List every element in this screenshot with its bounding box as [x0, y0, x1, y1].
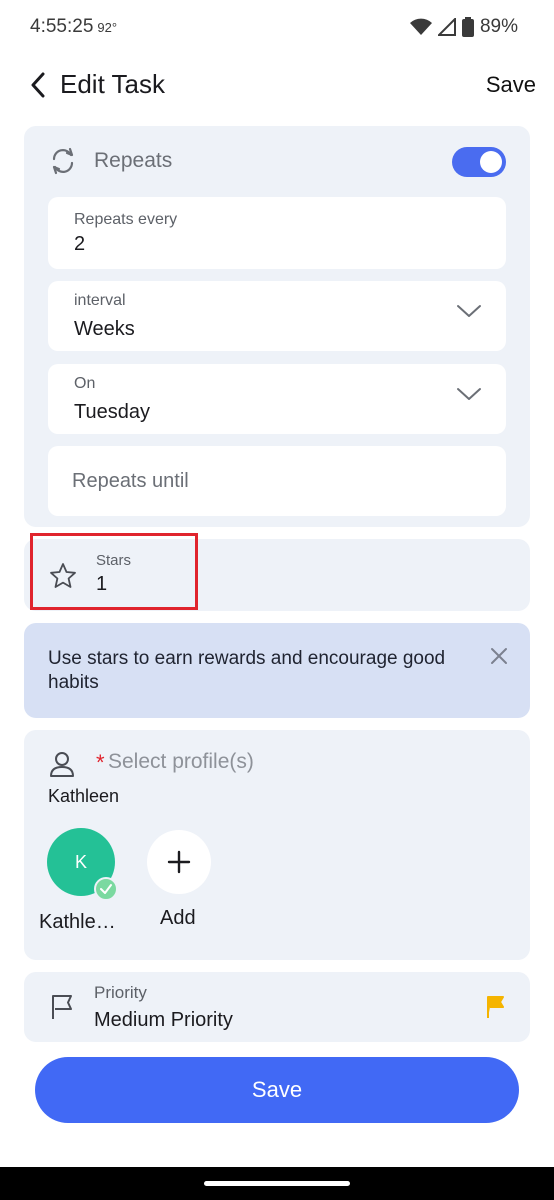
interval-label: interval	[74, 292, 126, 309]
repeats-every-label: Repeats every	[74, 211, 178, 228]
repeats-until-placeholder: Repeats until	[72, 470, 189, 492]
required-marker: *	[96, 750, 105, 775]
priority-label: Priority	[94, 983, 147, 1002]
add-profile-label: Add	[160, 907, 196, 929]
repeats-until-field[interactable]: Repeats until	[48, 446, 506, 516]
close-icon	[491, 648, 507, 664]
navigation-bar	[0, 1167, 554, 1200]
battery-icon	[461, 17, 474, 37]
signal-icon	[437, 18, 456, 36]
repeats-every-field[interactable]: Repeats every 2	[48, 197, 506, 269]
highlight-box	[30, 533, 198, 610]
on-day-dropdown[interactable]: On Tuesday	[48, 364, 506, 434]
save-button[interactable]: Save	[35, 1057, 519, 1123]
person-icon	[50, 752, 74, 777]
back-arrow-icon	[31, 72, 45, 98]
back-button[interactable]	[22, 68, 54, 102]
battery-percent: 89%	[479, 16, 518, 37]
priority-field[interactable]: Priority Medium Priority	[24, 972, 530, 1042]
repeats-every-value: 2	[74, 233, 86, 255]
repeat-icon	[52, 147, 74, 175]
status-icons: 89%	[409, 16, 518, 38]
chevron-down-icon	[457, 305, 481, 317]
status-time: 4:55:25 92°	[30, 16, 117, 38]
add-profile-button[interactable]	[147, 830, 211, 894]
interval-value: Weeks	[74, 318, 135, 340]
on-value: Tuesday	[74, 401, 150, 423]
status-clock: 4:55:25	[30, 16, 94, 37]
header-save-button[interactable]: Save	[486, 72, 536, 98]
repeats-label: Repeats	[94, 149, 173, 172]
flag-outline-icon	[52, 995, 72, 1019]
priority-value: Medium Priority	[94, 1009, 233, 1031]
on-label: On	[74, 375, 96, 392]
avatar-initial: K	[74, 851, 87, 872]
avatar-name: Kathle…	[39, 911, 116, 933]
check-icon	[94, 877, 118, 901]
repeat-header: Repeats	[48, 146, 172, 176]
interval-dropdown[interactable]: interval Weeks	[48, 281, 506, 351]
home-indicator[interactable]	[204, 1181, 350, 1186]
page-title: Edit Task	[60, 69, 166, 99]
info-banner-text: Use stars to earn rewards and encourage …	[48, 648, 446, 693]
chevron-down-icon	[457, 388, 481, 400]
status-temperature: 92°	[97, 20, 118, 35]
repeat-card: Repeats Repeats every 2 interval Weeks O…	[24, 126, 530, 527]
app-bar: Edit Task Save	[0, 56, 554, 116]
flag-icon	[487, 996, 504, 1018]
info-banner: Use stars to earn rewards and encourage …	[24, 623, 530, 718]
repeats-toggle[interactable]	[452, 147, 506, 177]
status-bar: 4:55:25 92° 89%	[0, 0, 554, 56]
toggle-knob	[480, 151, 502, 173]
selected-profile-name: Kathleen	[48, 786, 120, 806]
wifi-icon	[409, 18, 432, 35]
select-profile-field[interactable]: Select profile(s)	[108, 750, 254, 774]
close-button[interactable]	[490, 647, 508, 670]
plus-icon	[167, 850, 191, 874]
profile-card: * Select profile(s) Kathleen K Kathle… A…	[24, 730, 530, 960]
